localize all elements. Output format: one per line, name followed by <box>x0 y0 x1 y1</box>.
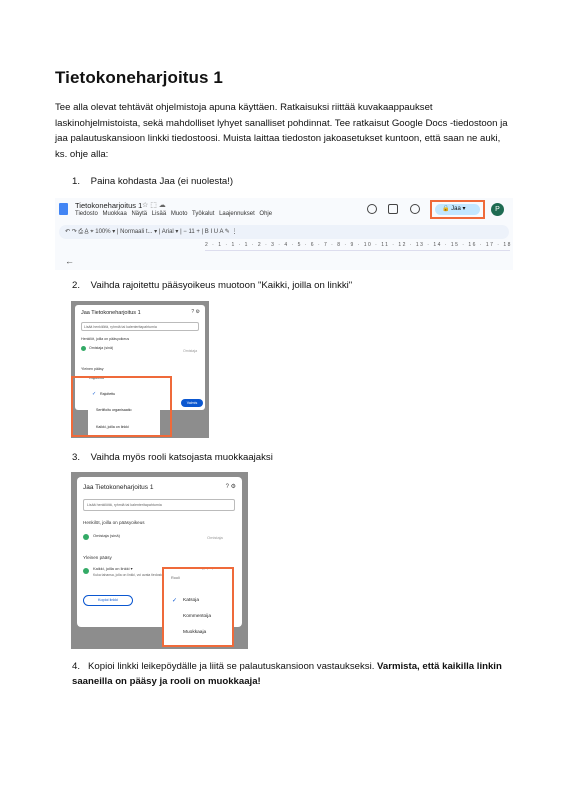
people-heading: Henkilöt, joilla on pääsyoikeus <box>83 520 145 525</box>
history-icon <box>367 204 377 214</box>
step-text: Paina kohdasta Jaa (ei nuolesta!) <box>90 176 234 187</box>
docs-toolbar: ↶ ↷ ⎙ A̲ ⌖ 100% ▾ | Normaali t... ▾ | Ar… <box>59 225 509 239</box>
dialog-title: Jaa Tietokoneharjoitus 1 <box>83 484 154 491</box>
people-heading: Henkilöt, joilla on pääsyoikeus <box>81 337 130 341</box>
step-number: 2. <box>72 280 81 291</box>
document-title: Tietokoneharjoitus 1 <box>55 68 223 87</box>
step-number: 1. <box>72 176 81 187</box>
share-button: 🔒 Jaa ▾ <box>435 204 480 215</box>
meet-icon <box>410 204 420 214</box>
doc-title: Tietokoneharjoitus 1 <box>75 201 143 210</box>
step-text: Vaihda myös rooli katsojasta muokkaajaks… <box>90 452 273 463</box>
owner-name: Omistaja (sinä) <box>89 346 114 350</box>
general-access-heading: Yleinen pääsy <box>83 555 112 560</box>
add-people-input: Lisää henkilöitä, ryhmiä tai kalenterita… <box>81 322 199 331</box>
help-settings-icons: ? ⚙ <box>225 484 236 490</box>
done-button: Valmis <box>181 399 203 407</box>
anyone-note: Kuka tahansa, jolla on linkki, voi avata… <box>93 573 166 577</box>
anyone-with-link-label: Kaikki, joilla on linkki ▾ <box>93 566 133 571</box>
screenshot-share-dialog-access: Jaa Tietokoneharjoitus 1 ? ⚙ Lisää henki… <box>71 301 209 438</box>
back-arrow-icon: ← <box>65 256 74 266</box>
owner-avatar <box>83 534 89 540</box>
link-icon <box>83 568 89 574</box>
intro-paragraph: Tee alla olevat tehtävät ohjelmistoja ap… <box>55 102 508 160</box>
screenshot-share-dialog-role: Jaa Tietokoneharjoitus 1 ? ⚙ Lisää henki… <box>71 472 248 649</box>
docs-icon <box>59 203 68 215</box>
step-text: Vaihda rajoitettu pääsyoikeus muotoon "K… <box>90 280 353 291</box>
step-3: 3. Vaihda myös rooli katsojasta muokkaaj… <box>72 451 512 465</box>
step-text: Kopioi linkki leikepöydälle ja liitä se … <box>88 661 378 672</box>
avatar: P <box>491 203 504 216</box>
docs-menu-bar: Tiedosto Muokkaa Näytä Lisää Muoto Työka… <box>75 211 273 217</box>
comment-icon <box>388 204 398 214</box>
share-label: Jaa <box>451 206 461 212</box>
star-icon: ☆ ⬚ ☁ <box>142 202 166 209</box>
dialog-title: Jaa Tietokoneharjoitus 1 <box>81 310 141 316</box>
owner-role: Omistaja <box>207 535 223 540</box>
step-number: 4. <box>72 661 81 672</box>
step-2: 2. Vaihda rajoitettu pääsyoikeus muotoon… <box>72 279 512 293</box>
owner-role: Omistaja <box>183 349 198 353</box>
screenshot-docs-header: Tietokoneharjoitus 1 ☆ ⬚ ☁ Tiedosto Muok… <box>55 198 513 270</box>
document-page: Tietokoneharjoitus 1 Tee alla olevat teh… <box>0 0 565 800</box>
menu-highlight <box>162 567 234 647</box>
menu-highlight <box>71 376 172 437</box>
general-access-heading: Yleinen pääsy <box>81 367 104 371</box>
owner-avatar <box>81 346 86 351</box>
owner-name: Omistaja (sinä) <box>93 533 120 538</box>
step-number: 3. <box>72 452 81 463</box>
share-highlight: 🔒 Jaa ▾ <box>430 200 485 219</box>
copy-link-button: Kopioi linkki <box>83 595 133 606</box>
ruler: 2 · 1 · 1 · 1 · 2 · 3 · 4 · 5 · 6 · 7 · … <box>205 242 510 251</box>
step-4: 4. Kopioi linkki leikepöydälle ja liitä s… <box>72 659 512 689</box>
help-settings-icons: ? ⚙ <box>191 309 200 315</box>
add-people-input: Lisää henkilöitä, ryhmiä tai kalenterita… <box>83 499 235 511</box>
step-1: 1. Paina kohdasta Jaa (ei nuolesta!) <box>72 175 512 189</box>
